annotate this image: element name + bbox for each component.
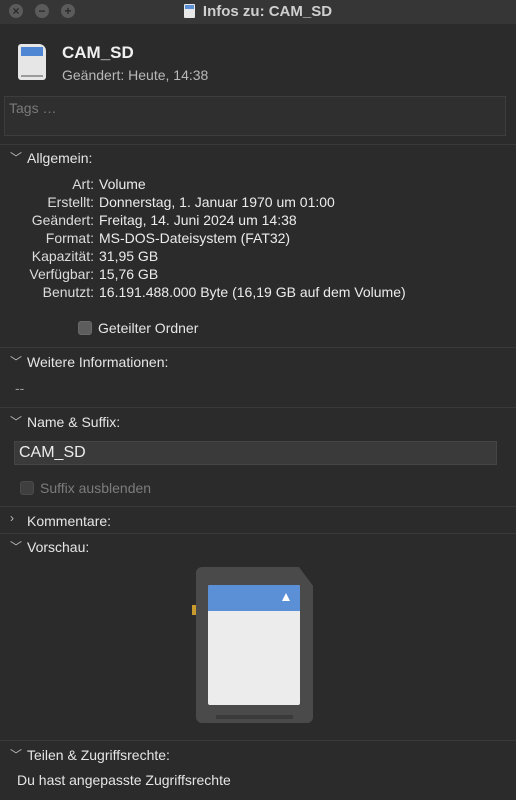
sd-card-icon bbox=[183, 4, 195, 18]
info-key: Format: bbox=[45, 230, 94, 246]
hide-extension-label: Suffix ausblenden bbox=[40, 480, 152, 496]
info-row-used: Benutzt: 16.191.488.000 Byte (16,19 GB a… bbox=[0, 284, 516, 302]
tags-field[interactable] bbox=[4, 96, 506, 136]
sd-card-notch bbox=[192, 605, 196, 615]
divider bbox=[0, 407, 516, 408]
hide-extension-checkbox[interactable] bbox=[20, 481, 34, 495]
info-key: Benutzt: bbox=[42, 284, 94, 300]
chevron-down-icon[interactable]: ﹀ bbox=[10, 149, 22, 166]
info-value: MS-DOS-Dateisystem (FAT32) bbox=[99, 230, 291, 246]
info-row-created: Erstellt: Donnerstag, 1. Januar 1970 um … bbox=[0, 194, 516, 212]
tags-input[interactable] bbox=[5, 97, 493, 119]
info-value: Volume bbox=[99, 176, 146, 192]
info-key: Art: bbox=[72, 176, 94, 192]
chevron-down-icon[interactable]: ﹀ bbox=[10, 746, 22, 763]
window-title: Infos zu: CAM_SD bbox=[0, 3, 516, 20]
chevron-down-icon[interactable]: ﹀ bbox=[10, 413, 22, 430]
info-key: Verfügbar: bbox=[29, 266, 94, 282]
info-key: Geändert: bbox=[31, 212, 94, 228]
info-row-kind: Art: Volume bbox=[0, 176, 516, 194]
divider bbox=[0, 506, 516, 507]
sd-card-icon bbox=[18, 44, 46, 80]
divider bbox=[0, 144, 516, 145]
chevron-right-icon[interactable]: › bbox=[10, 511, 14, 525]
info-header: CAM_SD Geändert: Heute, 14:38 bbox=[0, 24, 516, 94]
section-title: Allgemein: bbox=[27, 150, 93, 166]
chevron-down-icon[interactable]: ﹀ bbox=[10, 353, 22, 370]
sd-card-icon bbox=[196, 567, 313, 723]
more-info-value: -- bbox=[15, 380, 25, 396]
preview-image bbox=[192, 567, 313, 723]
section-comments-header[interactable]: › Kommentare: bbox=[0, 510, 516, 532]
section-title: Name & Suffix: bbox=[27, 414, 121, 430]
name-field[interactable] bbox=[14, 441, 497, 465]
info-row-modified: Geändert: Freitag, 14. Juni 2024 um 14:3… bbox=[0, 212, 516, 230]
section-title: Kommentare: bbox=[27, 513, 112, 529]
sd-card-label bbox=[208, 585, 300, 705]
item-name: CAM_SD bbox=[62, 43, 134, 62]
divider bbox=[0, 740, 516, 741]
info-row-format: Format: MS-DOS-Dateisystem (FAT32) bbox=[0, 230, 516, 248]
shared-folder-checkbox[interactable] bbox=[78, 321, 92, 335]
info-value: Donnerstag, 1. Januar 1970 um 01:00 bbox=[99, 194, 335, 210]
divider bbox=[0, 347, 516, 348]
sd-card-contacts bbox=[216, 715, 293, 719]
divider bbox=[0, 533, 516, 534]
section-name-suffix-header[interactable]: ﹀ Name & Suffix: bbox=[0, 411, 516, 433]
arrow-up-icon bbox=[282, 593, 290, 601]
section-preview-header[interactable]: ﹀ Vorschau: bbox=[0, 536, 516, 558]
info-row-capacity: Kapazität: 31,95 GB bbox=[0, 248, 516, 266]
info-value: 16.191.488.000 Byte (16,19 GB auf dem Vo… bbox=[99, 284, 406, 300]
info-value: 31,95 GB bbox=[99, 248, 159, 264]
section-title: Weitere Informationen: bbox=[27, 354, 169, 370]
section-title: Vorschau: bbox=[27, 539, 90, 555]
window-title-text: Infos zu: CAM_SD bbox=[202, 3, 333, 20]
info-value: Freitag, 14. Juni 2024 um 14:38 bbox=[99, 212, 297, 228]
title-bar: × − + Infos zu: CAM_SD bbox=[0, 0, 516, 24]
info-key: Erstellt: bbox=[47, 194, 94, 210]
permissions-text: Du hast angepasste Zugriffsrechte bbox=[17, 772, 231, 788]
section-title: Teilen & Zugriffsrechte: bbox=[27, 747, 170, 763]
shared-folder-label: Geteilter Ordner bbox=[98, 320, 199, 336]
modified-date: Geändert: Heute, 14:38 bbox=[62, 67, 209, 83]
info-value: 15,76 GB bbox=[99, 266, 159, 282]
section-sharing-header[interactable]: ﹀ Teilen & Zugriffsrechte: bbox=[0, 744, 516, 766]
name-input[interactable] bbox=[15, 442, 483, 464]
section-general-header[interactable]: ﹀ Allgemein: bbox=[0, 147, 516, 169]
chevron-down-icon[interactable]: ﹀ bbox=[10, 538, 22, 555]
info-row-available: Verfügbar: 15,76 GB bbox=[0, 266, 516, 284]
info-key: Kapazität: bbox=[31, 248, 94, 264]
section-more-info-header[interactable]: ﹀ Weitere Informationen: bbox=[0, 351, 516, 373]
